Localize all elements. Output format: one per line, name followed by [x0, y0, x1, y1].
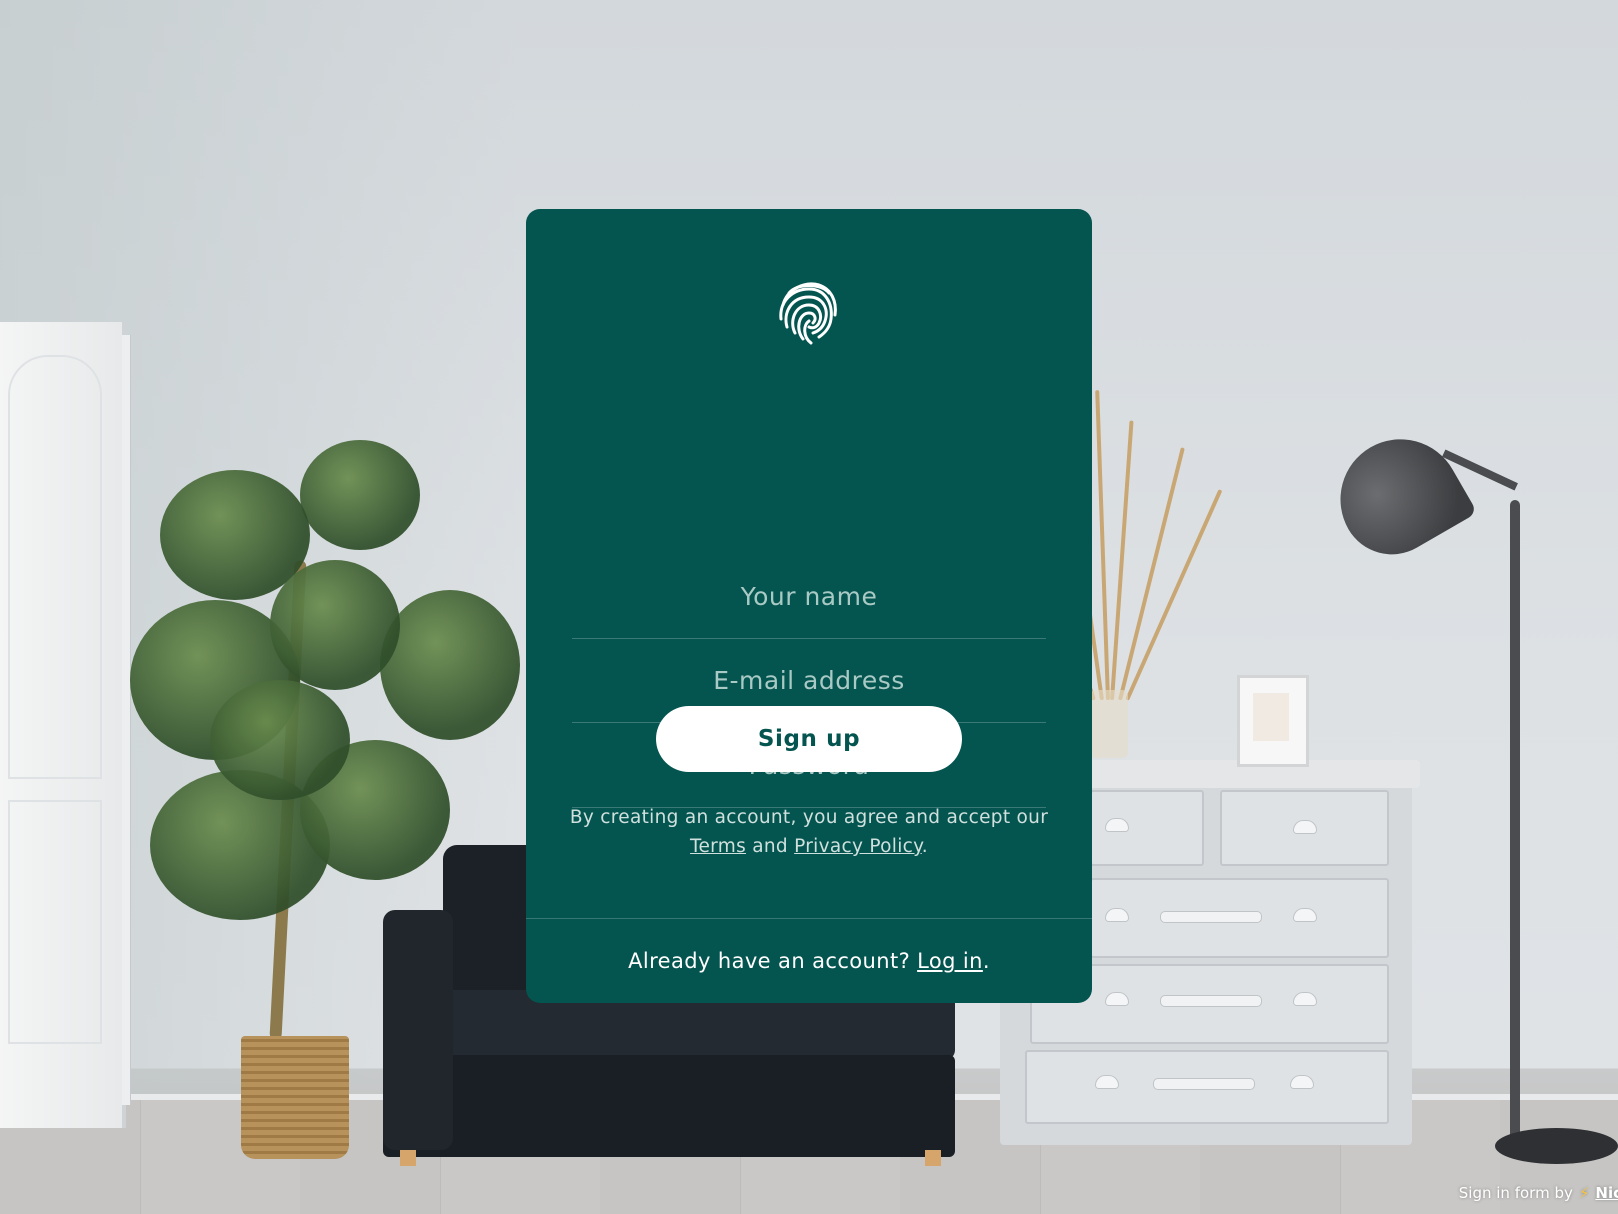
terms-prefix: By creating an account, you agree and ac…: [569, 807, 1049, 828]
lightning-icon: ⚡: [1578, 1184, 1590, 1202]
terms-and: and: [752, 836, 788, 857]
terms-notice: By creating an account, you agree and ac…: [566, 803, 1052, 861]
credit-note: Sign in form by ⚡ Nic: [1459, 1184, 1618, 1202]
login-link[interactable]: Log in: [917, 949, 983, 973]
fingerprint-icon: [779, 282, 837, 345]
login-prompt-text: Already have an account?: [628, 949, 911, 973]
name-input[interactable]: [572, 554, 1046, 638]
credit-author-link[interactable]: Nic: [1595, 1184, 1618, 1202]
login-prompt: Already have an account? Log in.: [526, 918, 1092, 1003]
login-suffix: .: [982, 949, 990, 973]
signup-button[interactable]: Sign up: [656, 706, 962, 772]
credit-text: Sign in form by: [1458, 1184, 1573, 1202]
terms-link[interactable]: Terms: [690, 836, 746, 857]
name-field[interactable]: [572, 554, 1046, 639]
signup-card: Sign up By creating an account, you agre…: [526, 209, 1092, 1003]
privacy-policy-link[interactable]: Privacy Policy: [794, 836, 922, 857]
terms-suffix: .: [921, 836, 928, 857]
